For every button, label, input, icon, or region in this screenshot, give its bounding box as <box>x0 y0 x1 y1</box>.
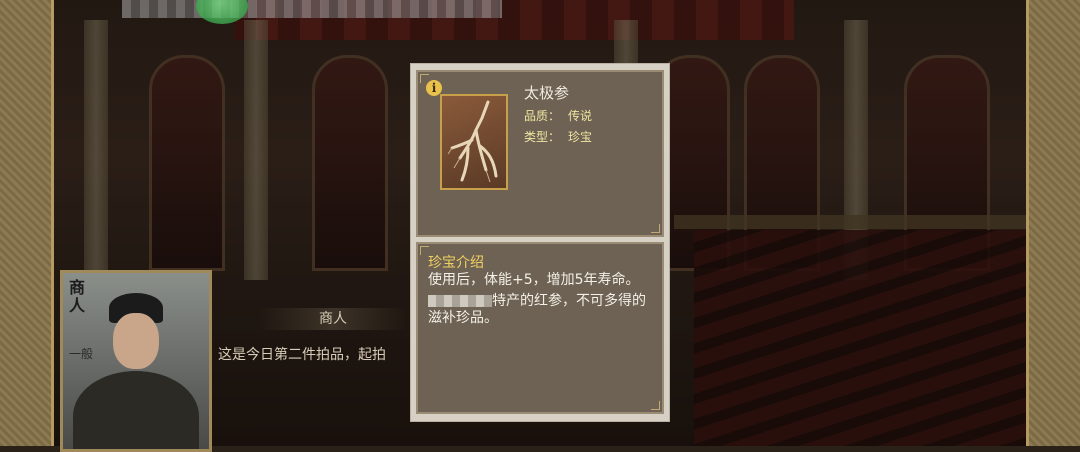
dialog-box[interactable]: 商人 这是今日第二件拍品，起拍 <box>208 308 428 388</box>
item-header-panel: i 太极参 品质： 传说 类型： 珍宝 <box>416 70 664 237</box>
item-description: 使用后，体能+5，增加5年寿命。 特产的红参，不可多得的滋补珍品。 <box>428 272 653 331</box>
description-line: 使用后，体能+5，增加5年寿命。 <box>428 272 640 288</box>
item-detail-popup[interactable]: i 太极参 品质： 传说 类型： 珍宝 珍宝介绍 使用后，体能+5，增加5年寿命… <box>410 63 670 422</box>
left-frame-border <box>0 0 54 446</box>
type-label: 类型： <box>524 130 561 144</box>
description-title: 珍宝介绍 <box>428 255 484 271</box>
ginseng-root-icon <box>447 100 498 183</box>
item-type: 类型： 珍宝 <box>524 128 592 145</box>
speaker-name: 商人 <box>258 308 408 330</box>
redacted-place-name <box>428 295 492 307</box>
item-name: 太极参 <box>524 84 570 102</box>
merchant-face <box>113 313 159 369</box>
item-description-panel: 珍宝介绍 使用后，体能+5，增加5年寿命。 特产的红参，不可多得的滋补珍品。 <box>416 242 664 414</box>
redacted-top-text <box>122 0 502 18</box>
item-image-frame <box>440 94 508 190</box>
quality-value: 传说 <box>568 109 593 123</box>
type-value: 珍宝 <box>568 130 593 144</box>
description-line: 特产的红参，不可多得的滋补珍品。 <box>428 293 653 327</box>
merchant-title-tag: 商人 <box>69 278 86 315</box>
merchant-portrait: 商人 一般 <box>60 270 212 452</box>
right-frame-border <box>1026 0 1080 446</box>
item-quality: 品质： 传说 <box>524 107 592 124</box>
merchant-rank-tag: 一般 <box>69 347 94 361</box>
dialog-text: 这是今日第二件拍品，起拍 <box>218 347 386 363</box>
quality-label: 品质： <box>524 109 561 123</box>
merchant-robe <box>73 371 199 449</box>
